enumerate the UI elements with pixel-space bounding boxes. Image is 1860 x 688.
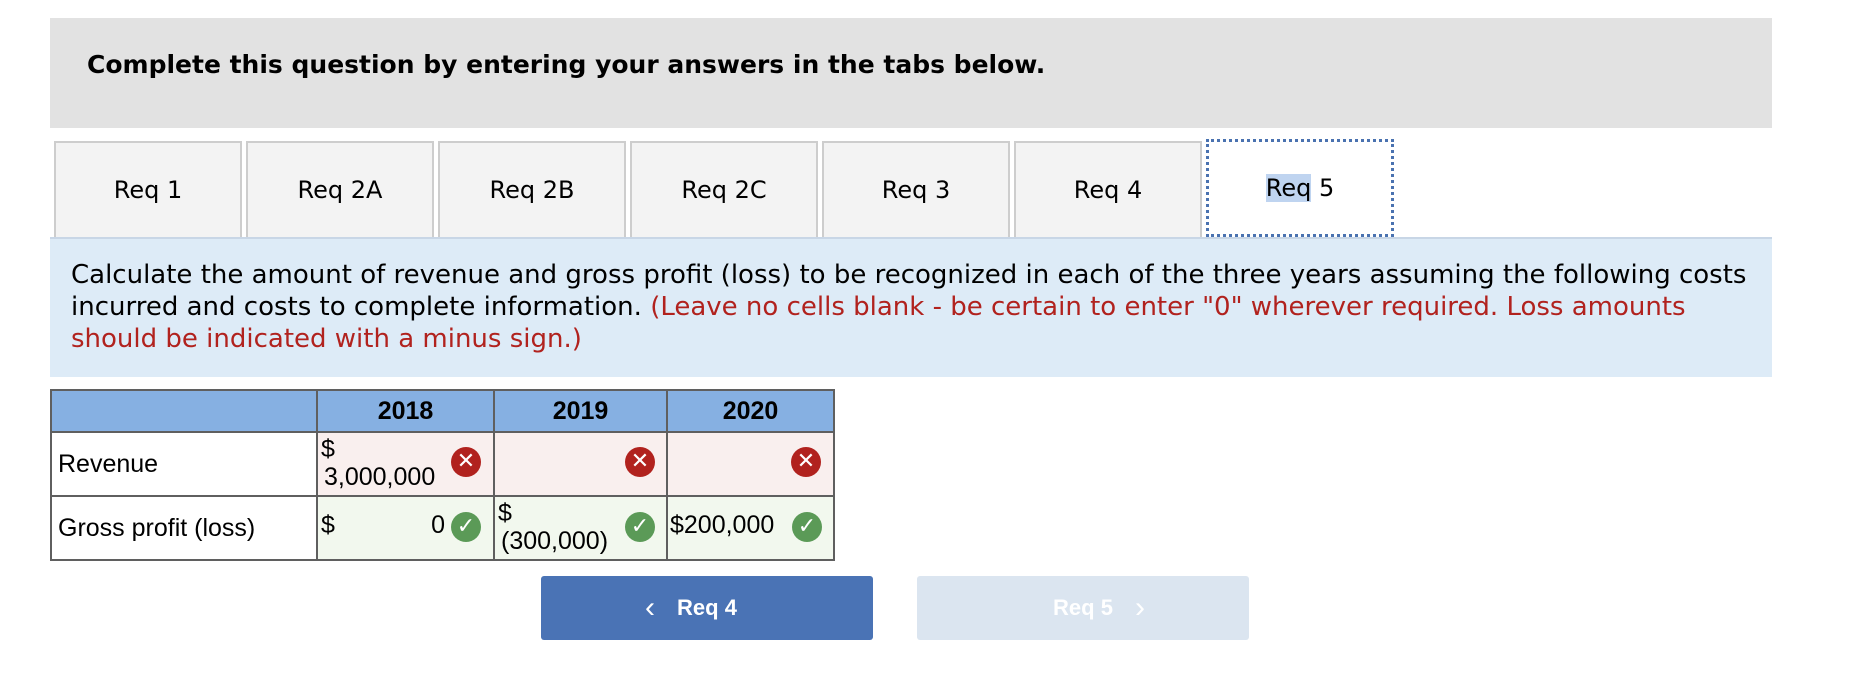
gross-profit-2019-input[interactable]: $ (300,000) ✓ xyxy=(493,495,668,561)
tab-label: Req 2A xyxy=(297,176,383,204)
currency-symbol: $ xyxy=(321,511,335,539)
chevron-right-icon: › xyxy=(1134,591,1145,624)
tab-req-5[interactable]: Req 5 xyxy=(1206,139,1394,237)
gross-profit-2018-input[interactable]: $ 0 ✓ xyxy=(316,495,495,561)
tab-label: Req 4 xyxy=(1073,176,1143,204)
cell-value: 3,000,000 xyxy=(324,463,436,491)
question-title: Complete this question by entering your … xyxy=(87,50,1046,79)
answer-table: 2018 2019 2020 Revenue $ 3,000,000 ✕ ✕ ✕… xyxy=(50,389,835,561)
tab-label: Req 1 xyxy=(113,176,183,204)
tab-req-2b[interactable]: Req 2B xyxy=(438,141,626,237)
tab-req-4[interactable]: Req 4 xyxy=(1014,141,1202,237)
currency-symbol: $ xyxy=(321,435,335,463)
prev-button-label: Req 4 xyxy=(677,595,737,620)
revenue-2018-input[interactable]: $ 3,000,000 ✕ xyxy=(316,431,495,497)
column-header-2018: 2018 xyxy=(316,389,495,433)
correct-check-icon: ✓ xyxy=(792,512,822,542)
tab-label-selected-text: Req xyxy=(1265,174,1312,202)
tab-req-3[interactable]: Req 3 xyxy=(822,141,1010,237)
chevron-left-icon: ‹ xyxy=(645,591,656,624)
cell-value: (300,000) xyxy=(501,527,609,555)
revenue-2020-input[interactable]: ✕ xyxy=(666,431,835,497)
table-row-revenue: Revenue $ 3,000,000 ✕ ✕ ✕ xyxy=(50,431,835,497)
revenue-2019-input[interactable]: ✕ xyxy=(493,431,668,497)
corner-header xyxy=(50,389,318,433)
next-button-label: Req 5 xyxy=(1053,595,1113,620)
row-label-revenue: Revenue xyxy=(50,431,318,497)
currency-symbol: $ xyxy=(498,499,512,527)
instructions-panel: Calculate the amount of revenue and gros… xyxy=(50,239,1772,377)
next-req-button: › Req 5 › xyxy=(917,576,1249,640)
incorrect-x-icon: ✕ xyxy=(625,447,655,477)
table-row-gross-profit: Gross profit (loss) $ 0 ✓ $ (300,000) ✓ … xyxy=(50,495,835,561)
tab-label: Req 3 xyxy=(881,176,951,204)
tab-label-rest: 5 xyxy=(1311,174,1335,202)
question-header: Complete this question by entering your … xyxy=(50,18,1772,128)
column-header-2020: 2020 xyxy=(666,389,835,433)
requirement-tabs: Req 1 Req 2A Req 2B Req 2C Req 3 Req 4 R… xyxy=(54,139,1398,238)
cell-value: 0 xyxy=(431,511,445,539)
gross-profit-2020-input[interactable]: $200,000 ✓ xyxy=(666,495,835,561)
row-label-gross-profit: Gross profit (loss) xyxy=(50,495,318,561)
tab-req-1[interactable]: Req 1 xyxy=(54,141,242,237)
tab-req-2c[interactable]: Req 2C xyxy=(630,141,818,237)
tab-req-2a[interactable]: Req 2A xyxy=(246,141,434,237)
cell-value: $200,000 xyxy=(670,511,775,539)
incorrect-x-icon: ✕ xyxy=(451,447,481,477)
tab-label: Req 5 xyxy=(1265,174,1335,202)
tab-label: Req 2B xyxy=(489,176,575,204)
column-header-2019: 2019 xyxy=(493,389,668,433)
prev-req-button[interactable]: ‹ Req 4 ‹ xyxy=(541,576,873,640)
tab-label: Req 2C xyxy=(681,176,767,204)
correct-check-icon: ✓ xyxy=(451,512,481,542)
correct-check-icon: ✓ xyxy=(625,512,655,542)
incorrect-x-icon: ✕ xyxy=(791,447,821,477)
